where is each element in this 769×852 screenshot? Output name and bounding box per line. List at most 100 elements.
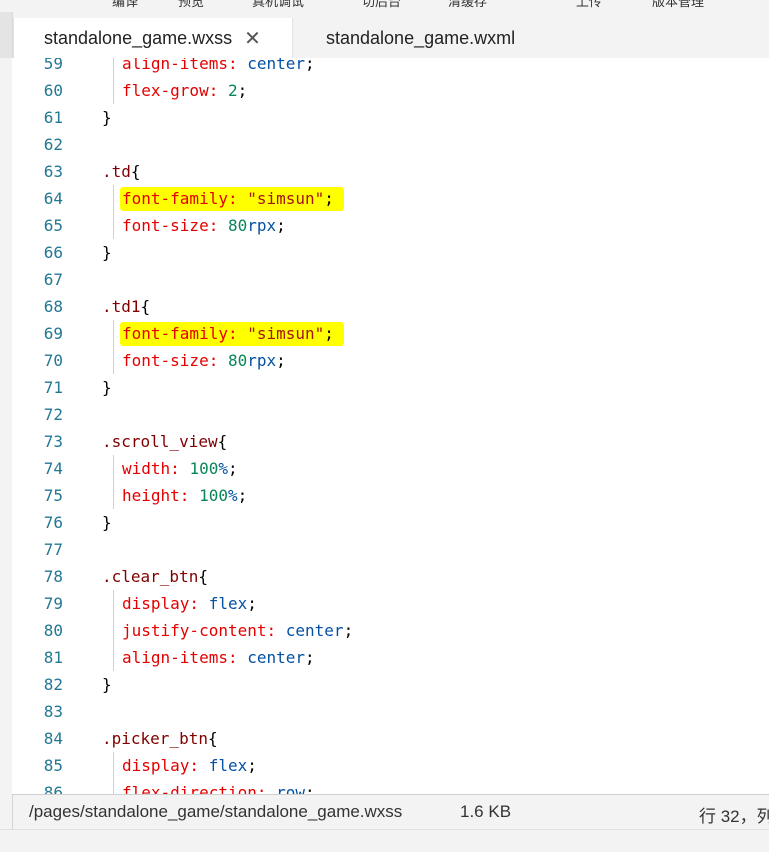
line-number: 69 — [43, 324, 63, 343]
indent-guide — [113, 482, 114, 509]
code-text: flex-grow: 2; — [122, 81, 248, 100]
tab-bar: standalone_game.wxss ✕ standalone_game.w… — [0, 12, 769, 58]
code-line[interactable]: 73 .scroll_view{ — [12, 428, 769, 455]
indent-guide — [113, 347, 114, 374]
code-text: .scroll_view{ — [102, 432, 228, 451]
bottom-panel-edge — [0, 829, 769, 852]
code-text: } — [102, 675, 112, 694]
indent-guide — [113, 455, 114, 482]
toolbar-item-compile[interactable]: 编译 — [112, 0, 138, 10]
indent-guide — [113, 590, 114, 617]
code-line[interactable]: 64 font-family: "simsun"; — [12, 185, 769, 212]
indent-guide — [113, 58, 114, 77]
code-line[interactable]: 63 .td{ — [12, 158, 769, 185]
code-text: align-items: center; — [122, 648, 315, 667]
code-line[interactable]: 82} — [12, 671, 769, 698]
code-line[interactable]: 79 display: flex; — [12, 590, 769, 617]
code-line[interactable]: 68 .td1{ — [12, 293, 769, 320]
code-text: .picker_btn{ — [102, 729, 218, 748]
code-text: align-items: center; — [122, 58, 315, 73]
indent-guide — [113, 185, 114, 212]
code-line[interactable]: 67 — [12, 266, 769, 293]
code-text: .td{ — [102, 162, 141, 181]
code-line[interactable]: 85 display: flex; — [12, 752, 769, 779]
line-number: 80 — [43, 621, 63, 640]
toolbar-item-clear-cache[interactable]: 清缓存 — [448, 0, 487, 10]
line-number: 62 — [43, 135, 63, 154]
status-file-size: 1.6 KB — [460, 802, 512, 821]
line-number: 76 — [43, 513, 63, 532]
line-number: 81 — [43, 648, 63, 667]
line-number: 73 — [43, 432, 63, 451]
code-line[interactable]: 86 flex-direction: row; — [12, 779, 769, 794]
line-number: 82 — [43, 675, 63, 694]
line-number: 60 — [43, 81, 63, 100]
code-line[interactable]: 77 — [12, 536, 769, 563]
line-number: 71 — [43, 378, 63, 397]
toolbar-item-upload[interactable]: 上传 — [576, 0, 602, 10]
code-line[interactable]: 78 .clear_btn{ — [12, 563, 769, 590]
line-number: 86 — [43, 783, 63, 794]
code-line[interactable]: 66} — [12, 239, 769, 266]
code-text: .td1{ — [102, 297, 151, 316]
code-line[interactable]: 65 font-size: 80rpx; — [12, 212, 769, 239]
code-line[interactable]: 61} — [12, 104, 769, 131]
indent-guide — [113, 617, 114, 644]
line-number: 75 — [43, 486, 63, 505]
line-number: 59 — [43, 58, 63, 73]
code-text: height: 100%; — [122, 486, 248, 505]
line-number: 61 — [43, 108, 63, 127]
code-line[interactable]: 59 align-items: center; — [12, 58, 769, 77]
code-line[interactable]: 84 .picker_btn{ — [12, 725, 769, 752]
line-number: 74 — [43, 459, 63, 478]
tab-standalone-game-wxml[interactable]: standalone_game.wxml — [293, 18, 563, 58]
code-text: font-size: 80rpx; — [122, 351, 286, 370]
code-line[interactable]: 80 justify-content: center; — [12, 617, 769, 644]
code-line[interactable]: 81 align-items: center; — [12, 644, 769, 671]
line-number: 77 — [43, 540, 63, 559]
toolbar-item-version[interactable]: 版本管理 — [652, 0, 704, 10]
code-text: display: flex; — [122, 594, 257, 613]
toolbar-item-remote-debug[interactable]: 真机调试 — [252, 0, 304, 10]
code-text: flex-direction: row; — [122, 783, 315, 794]
code-line[interactable]: 71} — [12, 374, 769, 401]
code-editor[interactable]: 59 align-items: center; 60 flex-grow: 2; 61}… — [12, 58, 769, 794]
code-text: .clear_btn{ — [102, 567, 208, 586]
close-icon[interactable]: ✕ — [244, 26, 261, 51]
toolbar-item-preview[interactable]: 预览 — [178, 0, 204, 10]
code-text: } — [102, 378, 112, 397]
indent-guide — [113, 752, 114, 779]
code-line[interactable]: 62 — [12, 131, 769, 158]
line-number: 84 — [43, 729, 63, 748]
code-text: } — [102, 243, 112, 262]
code-line[interactable]: 60 flex-grow: 2; — [12, 77, 769, 104]
code-text: font-family: "simsun"; — [122, 189, 334, 208]
line-number: 72 — [43, 405, 63, 424]
status-bar: /pages/standalone_game/standalone_game.w… — [12, 794, 769, 829]
toolbar-item-background[interactable]: 切后台 — [362, 0, 401, 10]
code-line[interactable]: 70 font-size: 80rpx; — [12, 347, 769, 374]
code-line[interactable]: 75 height: 100%; — [12, 482, 769, 509]
indent-guide — [113, 779, 114, 794]
indent-guide — [113, 212, 114, 239]
toolbar: 编译 预览 真机调试 切后台 清缓存 上传 版本管理 — [0, 0, 769, 12]
code-text: display: flex; — [122, 756, 257, 775]
code-line[interactable]: 69 font-family: "simsun"; — [12, 320, 769, 347]
tab-label: standalone_game.wxss — [44, 27, 233, 48]
code-line[interactable]: 76} — [12, 509, 769, 536]
tab-standalone-game-wxss[interactable]: standalone_game.wxss ✕ — [13, 18, 293, 58]
sidebar-edge — [0, 12, 13, 58]
line-number: 78 — [43, 567, 63, 586]
line-number: 68 — [43, 297, 63, 316]
line-number: 65 — [43, 216, 63, 235]
code-line[interactable]: 72 — [12, 401, 769, 428]
status-cursor-position[interactable]: 行 32，列 — [699, 802, 769, 827]
tab-label: standalone_game.wxml — [326, 27, 516, 48]
line-number: 85 — [43, 756, 63, 775]
code-text: justify-content: center; — [122, 621, 354, 640]
line-number: 70 — [43, 351, 63, 370]
line-number: 66 — [43, 243, 63, 262]
code-line[interactable]: 83 — [12, 698, 769, 725]
code-line[interactable]: 74 width: 100%; — [12, 455, 769, 482]
code-text: font-family: "simsun"; — [122, 324, 334, 343]
